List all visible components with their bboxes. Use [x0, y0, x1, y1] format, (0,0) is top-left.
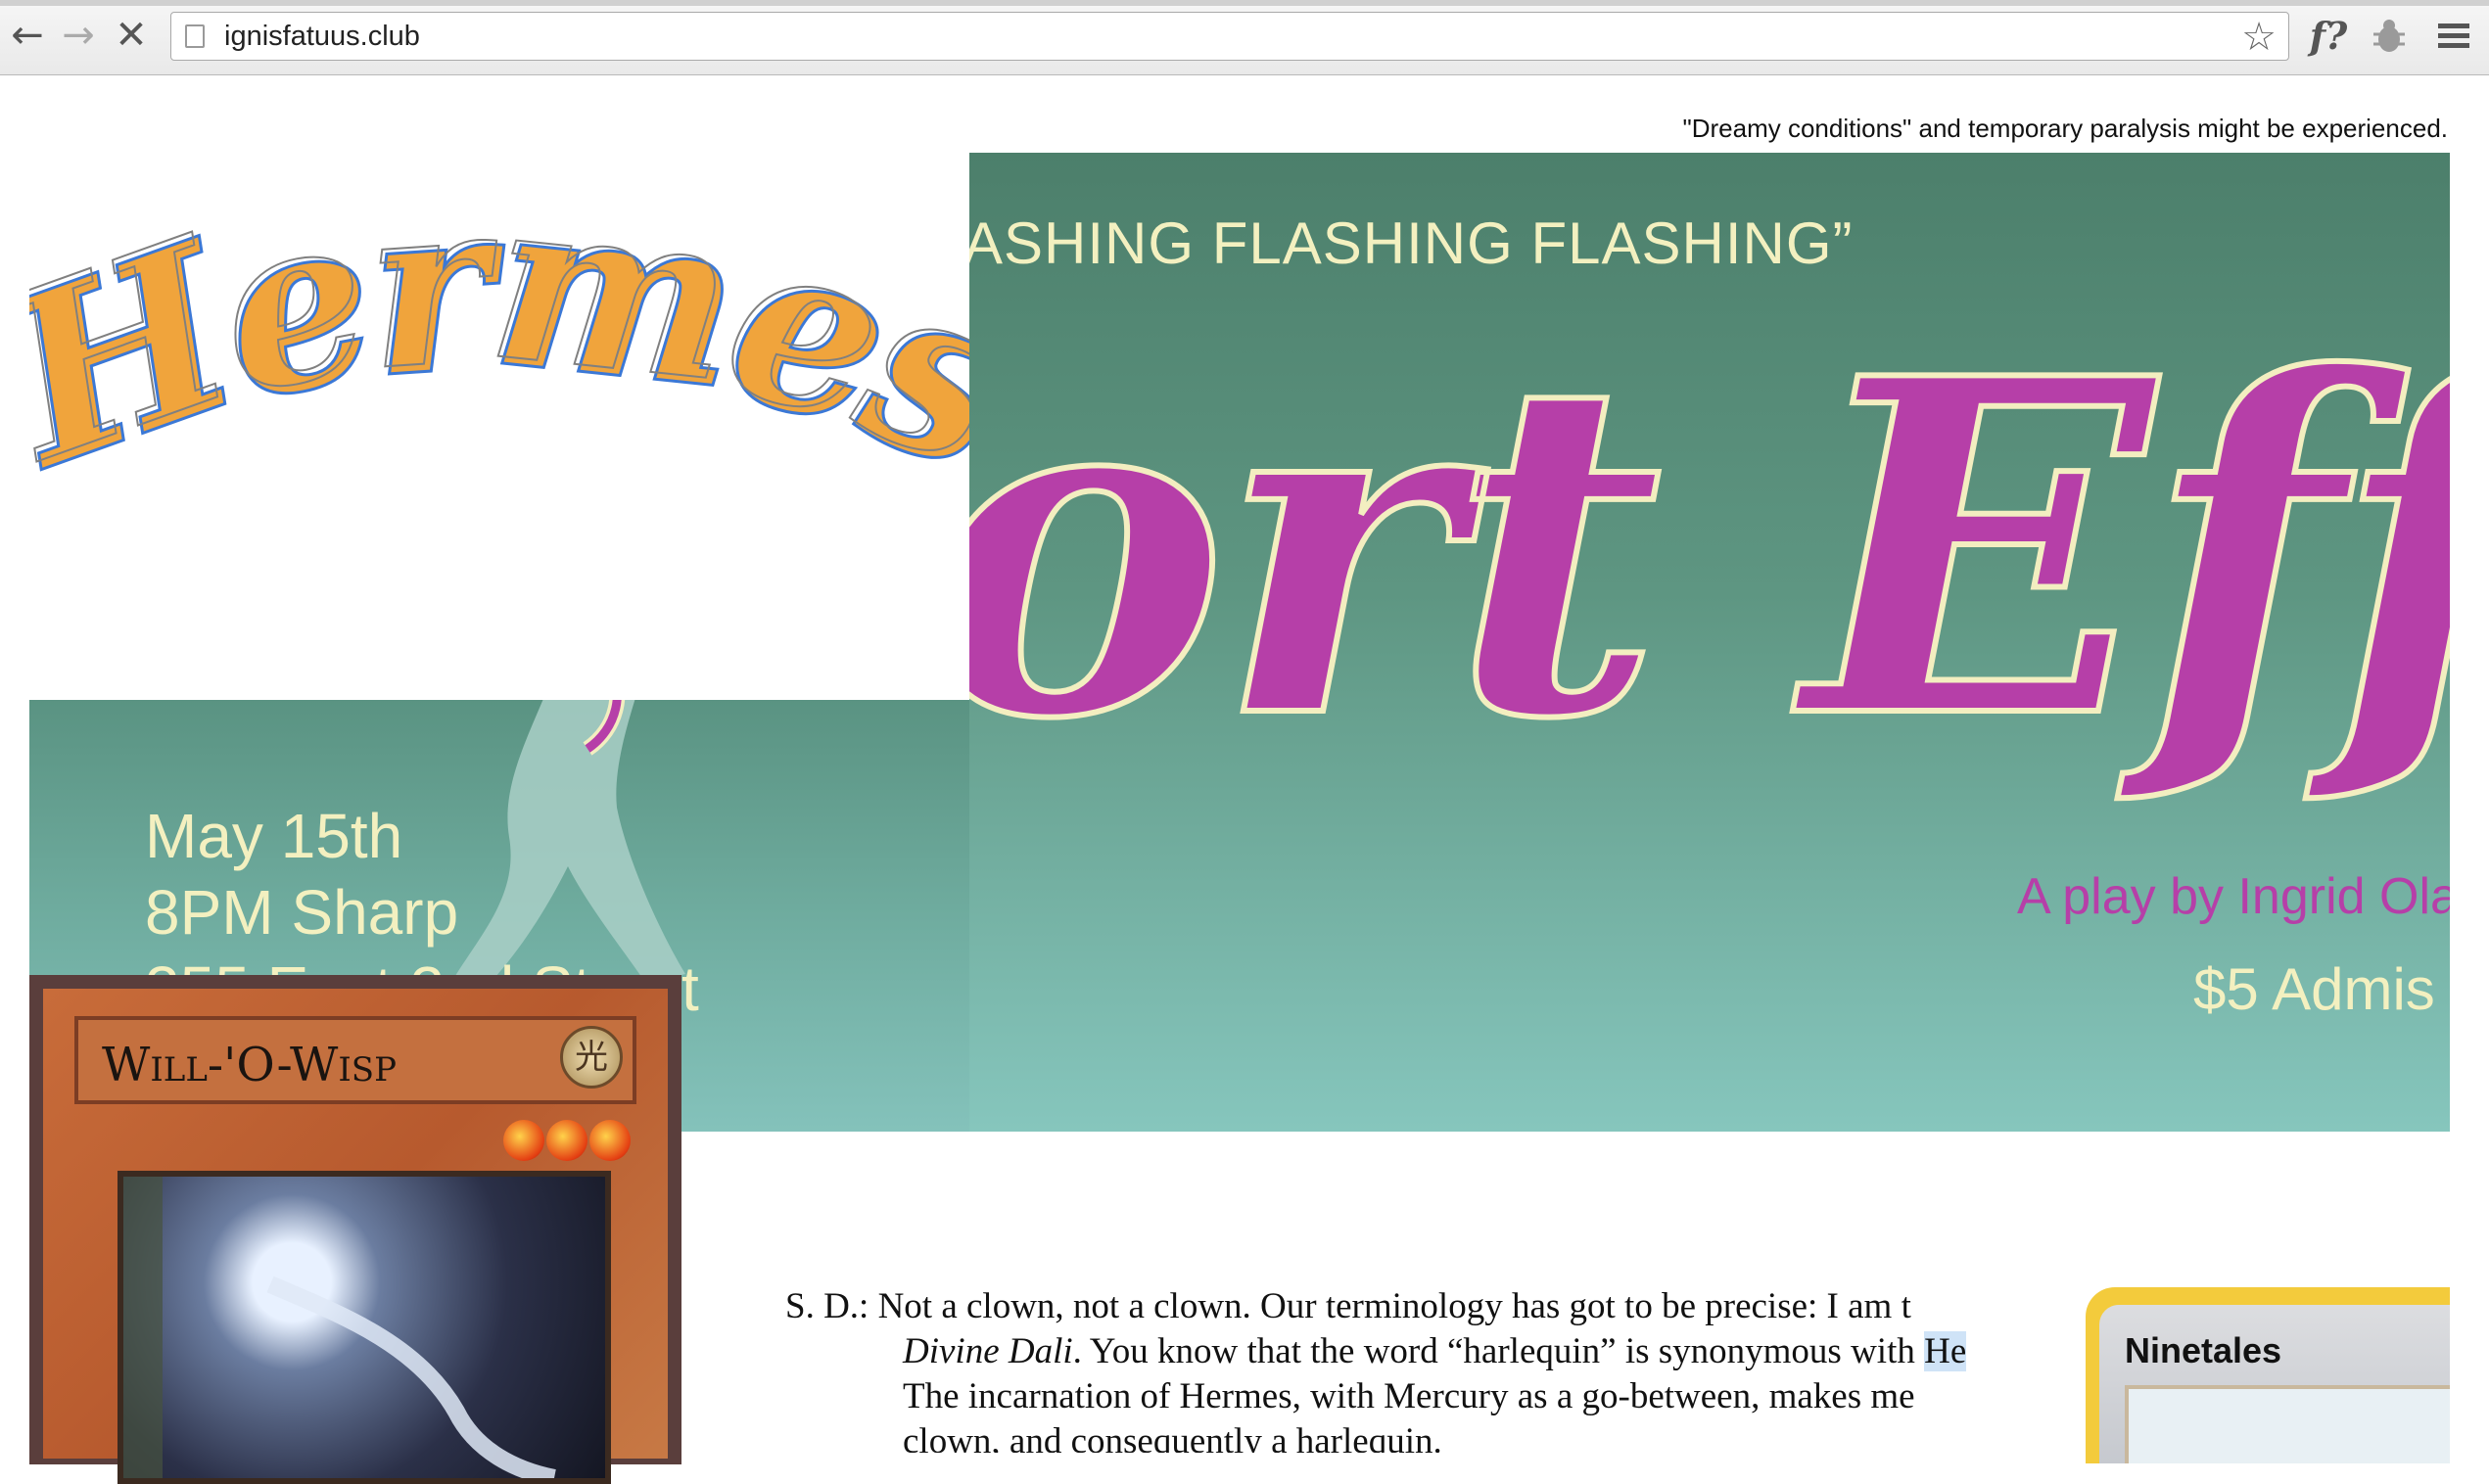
card-artwork	[117, 1171, 611, 1484]
stop-loading-icon[interactable]: ✕	[110, 14, 153, 57]
poster-admission: $5 Admis	[2193, 956, 2435, 1022]
card-artwork	[2125, 1385, 2450, 1463]
light-attribute-icon: 光	[560, 1026, 623, 1089]
browser-toolbar: ← → ✕ ignisfatuus.club ☆ f?	[0, 0, 2489, 75]
poster-time: 8PM Sharp	[145, 877, 459, 948]
extension-button[interactable]: f?	[2301, 12, 2356, 61]
dancer-silhouette	[450, 700, 685, 994]
hermes-logo: Hermes Hermes	[29, 225, 969, 525]
dialogue-line: clown, and consequently a harlequin.	[785, 1419, 2078, 1453]
url-text[interactable]: ignisfatuus.club	[224, 21, 420, 53]
dialogue-line: The incarnation of Hermes, with Mercury …	[785, 1374, 2078, 1419]
star-icon[interactable]: ☆	[2241, 15, 2277, 60]
dialogue-text: Not a clown, not a clown. Our terminolog…	[877, 1286, 1911, 1326]
address-bar[interactable]: ignisfatuus.club ☆	[170, 12, 2289, 61]
poster-title: ort Eff	[969, 279, 2450, 819]
level-star-icon	[503, 1120, 544, 1161]
card-name-bar: Will-'O-Wisp	[74, 1016, 636, 1104]
dialogue-line: S. D.: Not a clown, not a clown. Our ter…	[785, 1284, 2078, 1329]
forward-arrow-icon[interactable]: →	[57, 14, 100, 57]
card-ninetales: Ninetales	[2086, 1287, 2450, 1463]
play-poster: ASHING FLASHING FLASHING” ort Eff A play…	[969, 153, 2450, 1132]
disclaimer-text: "Dreamy conditions" and temporary paraly…	[1682, 114, 2449, 143]
hamburger-menu-icon[interactable]	[2426, 12, 2481, 61]
back-arrow-icon[interactable]: ←	[6, 14, 49, 57]
dialogue-text: The incarnation of Hermes, with Mercury …	[903, 1376, 1915, 1416]
poster-date: May 15th	[145, 801, 403, 871]
dialogue-line: Divine Dali. You know that the word “har…	[785, 1329, 2078, 1374]
bug-icon[interactable]	[2362, 12, 2417, 61]
dialogue-text: . You know that the word “harlequin” is …	[1072, 1331, 1925, 1371]
card-name: Ninetales	[2125, 1330, 2282, 1370]
level-star-icon	[589, 1120, 631, 1161]
poster-flashing-text: ASHING FLASHING FLASHING”	[969, 210, 1854, 276]
dialogue-italic: Divine Dali	[903, 1331, 1073, 1371]
card-name: Will-'O-Wisp	[102, 1038, 397, 1092]
selected-text: He	[1924, 1331, 1967, 1371]
level-star-icon	[546, 1120, 587, 1161]
speaker-label: S. D.:	[785, 1286, 869, 1326]
card-will-o-wisp: Will-'O-Wisp 光	[29, 975, 681, 1484]
tab-strip	[0, 0, 2489, 6]
script-dialogue: S. D.: Not a clown, not a clown. Our ter…	[785, 1284, 2078, 1453]
poster-play-by: A play by Ingrid Ola	[2017, 868, 2450, 925]
page-icon	[185, 24, 205, 48]
dialogue-text: clown, and consequently a harlequin.	[903, 1421, 1442, 1453]
